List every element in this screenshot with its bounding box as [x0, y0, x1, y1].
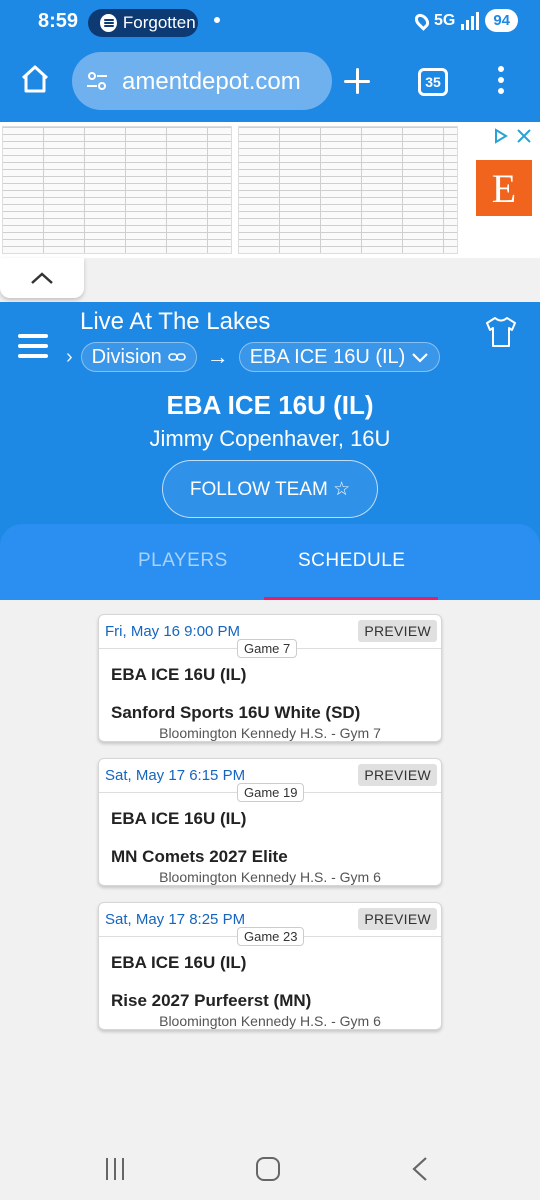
breadcrumb: › Division → EBA ICE 16U (IL)	[66, 342, 441, 372]
game-number: Game 19	[237, 783, 305, 802]
chevron-down-icon	[412, 353, 429, 363]
ad-collapse-area	[0, 258, 540, 304]
preview-badge[interactable]: PREVIEW	[358, 764, 437, 786]
game-card[interactable]: Sat, May 17 6:15 PM PREVIEW Game 19 EBA …	[98, 758, 442, 886]
recents-icon[interactable]	[106, 1158, 130, 1180]
battery-badge: 94	[485, 9, 518, 32]
game-number: Game 7	[237, 639, 298, 658]
away-team[interactable]: Sanford Sports 16U White (SD)	[111, 703, 360, 723]
away-team[interactable]: MN Comets 2027 Elite	[111, 847, 288, 867]
chevron-right-icon: ›	[66, 345, 73, 368]
status-bar: 8:59 Forgotten 5G 94	[0, 0, 540, 46]
notification-dot	[214, 17, 220, 23]
preview-badge[interactable]: PREVIEW	[358, 908, 437, 930]
media-title: Forgotten	[122, 13, 196, 32]
system-nav-bar	[0, 1142, 540, 1200]
arrow-right-icon: →	[206, 344, 229, 369]
team-header: Live At The Lakes › Division → EBA ICE 1…	[0, 302, 540, 600]
home-icon[interactable]	[20, 64, 50, 94]
ad-banner[interactable]	[0, 122, 540, 258]
game-card[interactable]: Fri, May 16 9:00 PM PREVIEW Game 7 EBA I…	[98, 614, 442, 742]
hamburger-menu-icon[interactable]	[18, 334, 48, 358]
home-team[interactable]: EBA ICE 16U (IL)	[111, 953, 246, 973]
breadcrumb-team-label: EBA ICE 16U (IL)	[249, 345, 406, 368]
game-card[interactable]: Sat, May 17 8:25 PM PREVIEW Game 23 EBA …	[98, 902, 442, 1030]
url-text: amentdepot.com	[122, 68, 301, 95]
media-chip[interactable]: Forgotten	[88, 9, 198, 37]
ad-image-table	[238, 126, 458, 254]
venue[interactable]: Bloomington Kennedy H.S. - Gym 6	[99, 869, 441, 885]
home-team[interactable]: EBA ICE 16U (IL)	[111, 665, 246, 685]
link-icon	[167, 353, 186, 361]
network-label: 5G	[433, 11, 456, 29]
game-datetime: Sat, May 17 8:25 PM	[105, 911, 246, 928]
collapse-ad-button[interactable]	[0, 258, 84, 298]
team-subtitle: Jimmy Copenhaver, 16U	[149, 426, 391, 451]
tab-switcher-button[interactable]: 35	[418, 68, 448, 96]
tab-schedule[interactable]: SCHEDULE	[298, 550, 405, 572]
site-settings-icon[interactable]	[86, 70, 108, 92]
event-name[interactable]: Live At The Lakes	[80, 308, 270, 336]
address-bar[interactable]: amentdepot.com	[72, 52, 332, 110]
ad-image-spreadsheet	[2, 126, 232, 254]
follow-team-button[interactable]: FOLLOW TEAM ☆	[162, 460, 378, 518]
game-number: Game 23	[237, 927, 305, 946]
game-datetime: Sat, May 17 6:15 PM	[105, 767, 246, 784]
tab-players[interactable]: PLAYERS	[138, 550, 228, 572]
home-nav-icon[interactable]	[256, 1157, 280, 1181]
breadcrumb-division-label: Division	[91, 345, 162, 368]
overflow-menu-icon[interactable]	[498, 66, 504, 96]
venue[interactable]: Bloomington Kennedy H.S. - Gym 6	[99, 1013, 441, 1029]
jersey-icon[interactable]	[484, 316, 518, 348]
signal-icon	[461, 11, 480, 30]
chevron-up-icon	[31, 272, 53, 284]
status-icons: 5G 94	[412, 9, 518, 32]
venue[interactable]: Bloomington Kennedy H.S. - Gym 7	[99, 725, 441, 741]
team-title: EBA ICE 16U (IL)	[166, 390, 374, 420]
active-tab-indicator	[264, 597, 438, 600]
location-icon	[412, 10, 432, 31]
breadcrumb-division[interactable]: Division	[80, 342, 197, 372]
game-datetime: Fri, May 16 9:00 PM	[105, 623, 241, 640]
browser-toolbar: amentdepot.com 35	[0, 46, 540, 122]
tab-bar: PLAYERS SCHEDULE	[0, 524, 540, 600]
away-team[interactable]: Rise 2027 Purfeerst (MN)	[111, 991, 311, 1011]
home-team[interactable]: EBA ICE 16U (IL)	[111, 809, 246, 829]
etsy-logo[interactable]: E	[476, 160, 532, 216]
ad-choices-icon[interactable]	[494, 128, 534, 144]
back-icon[interactable]	[410, 1156, 430, 1182]
breadcrumb-team-select[interactable]: EBA ICE 16U (IL)	[238, 342, 441, 372]
preview-badge[interactable]: PREVIEW	[358, 620, 437, 642]
new-tab-icon[interactable]	[344, 68, 370, 94]
spotify-icon	[100, 14, 117, 32]
clock: 8:59	[38, 10, 79, 32]
